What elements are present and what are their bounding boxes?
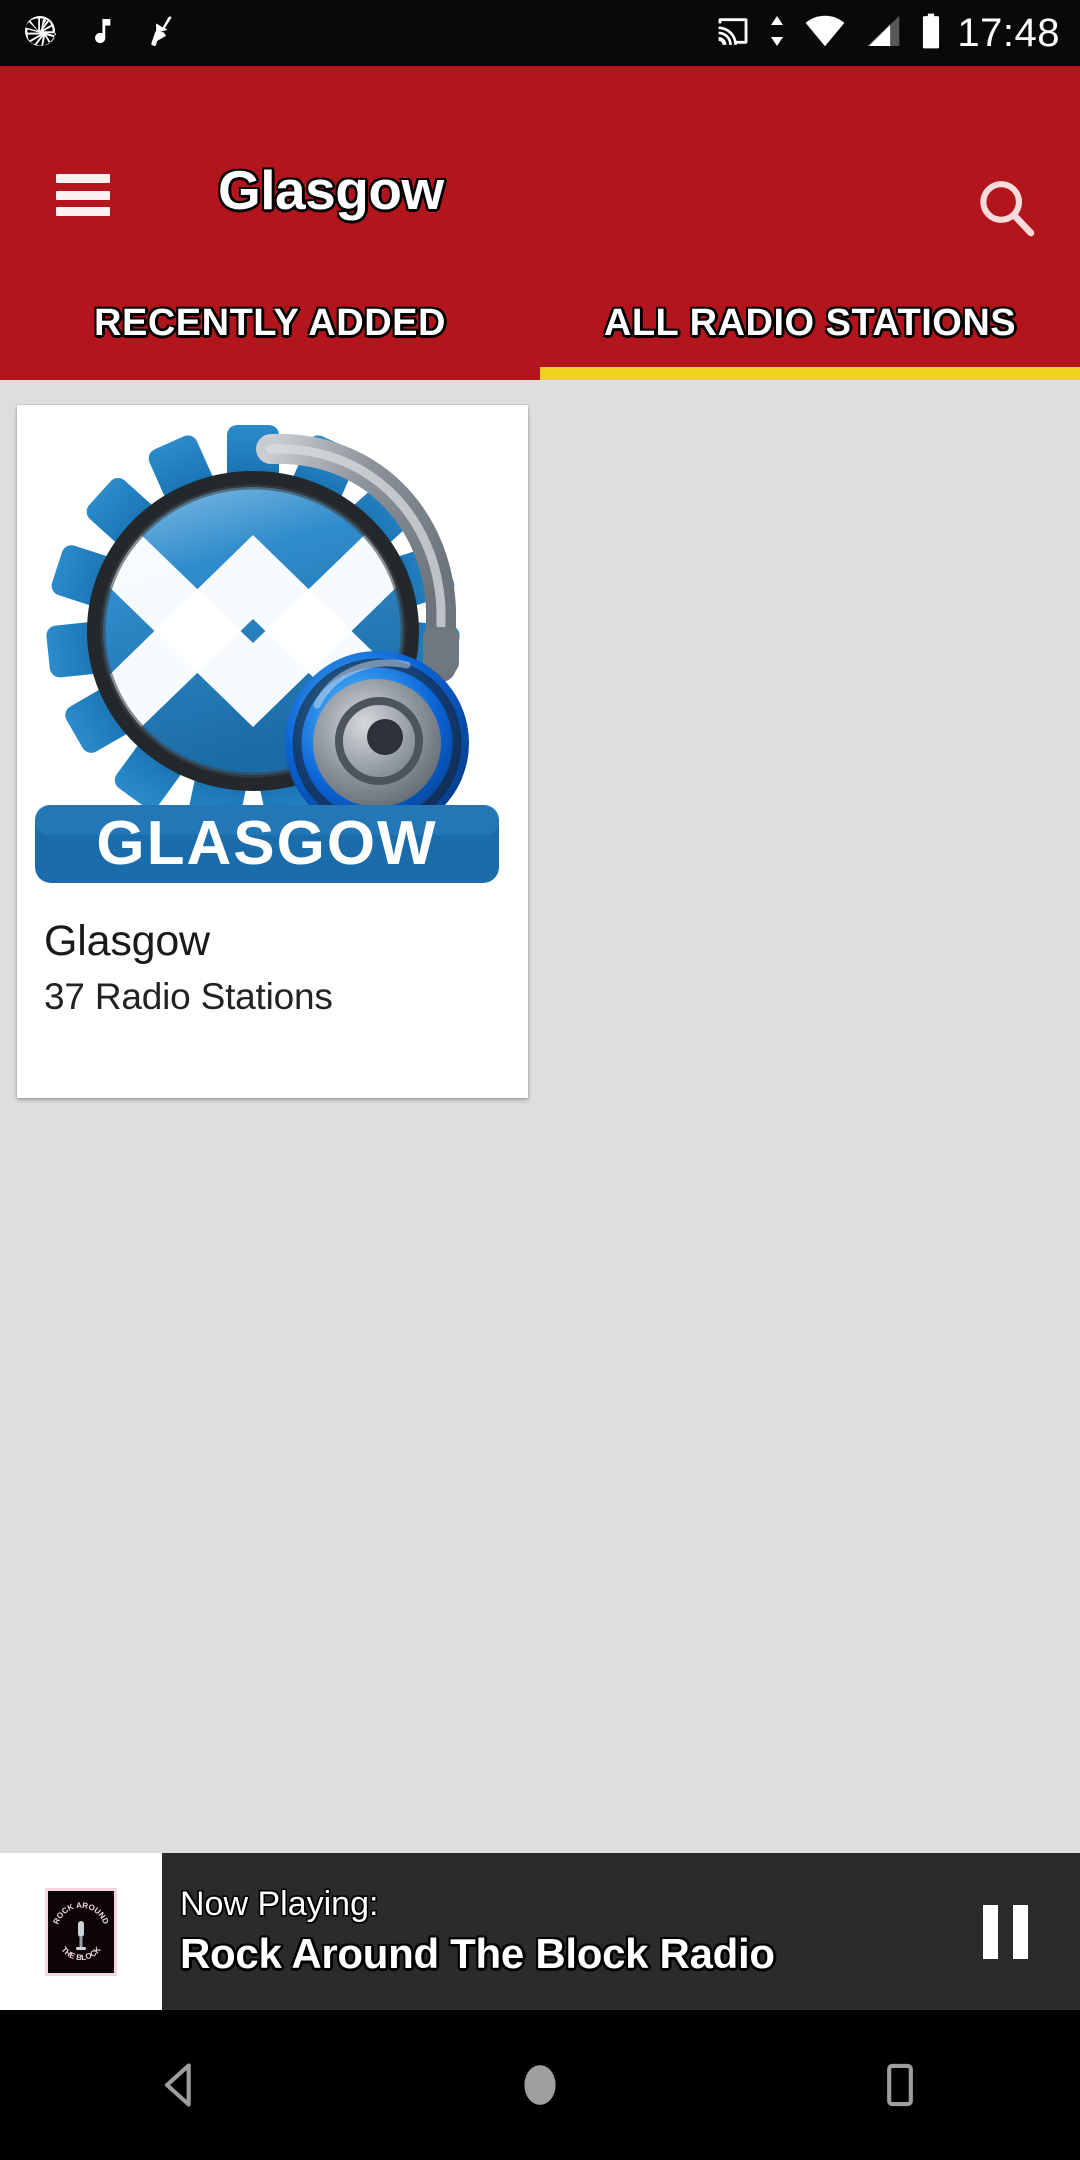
tab-label: ALL RADIO STATIONS	[603, 301, 1017, 344]
tab-indicator	[0, 367, 540, 380]
hamburger-menu-icon[interactable]	[56, 174, 110, 216]
music-note-icon	[84, 13, 118, 54]
glasgow-logo-svg: GLASGOW	[35, 425, 499, 883]
hamburger-bar	[56, 174, 110, 183]
station-card-text: Glasgow 37 Radio Stations	[44, 917, 516, 1018]
status-bar-right-icons	[715, 12, 943, 55]
recents-square-icon[interactable]	[830, 2025, 970, 2145]
search-icon[interactable]	[972, 174, 1042, 244]
tab-all-radio-stations[interactable]: ALL RADIO STATIONS	[540, 266, 1080, 380]
status-bar-left-icons	[22, 12, 182, 55]
back-triangle-icon[interactable]	[110, 2025, 250, 2145]
page-title: Glasgow	[218, 159, 444, 221]
status-bar-clock: 17:48	[957, 10, 1060, 55]
broom-icon	[144, 12, 182, 55]
logo-banner: GLASGOW	[35, 805, 499, 883]
hamburger-bar	[56, 207, 110, 216]
battery-icon	[919, 12, 943, 55]
station-card-title: Glasgow	[44, 917, 210, 965]
station-card-subtitle: 37 Radio Stations	[44, 976, 333, 1018]
android-navigation-bar	[0, 2010, 1080, 2160]
tab-recently-added[interactable]: RECENTLY ADDED	[0, 266, 540, 380]
cast-icon	[715, 14, 751, 53]
now-playing-bar[interactable]: ROCK AROUND THE BLOCK Now Playing: Rock …	[0, 1853, 1080, 2010]
hamburger-bar	[56, 190, 110, 200]
now-playing-text: Now Playing: Rock Around The Block Radio	[162, 1853, 930, 2010]
station-grid: GLASGOW Glasgow 37 Radio Stations	[0, 380, 1080, 1853]
station-card-glasgow[interactable]: GLASGOW Glasgow 37 Radio Stations	[17, 405, 528, 1098]
now-playing-artwork-container: ROCK AROUND THE BLOCK	[0, 1853, 162, 2010]
camera-aperture-icon	[22, 13, 58, 54]
tab-bar: RECENTLY ADDED ALL RADIO STATIONS	[0, 266, 1080, 380]
cellular-signal-icon	[863, 14, 903, 53]
wifi-icon	[803, 14, 847, 53]
data-transfer-icon	[767, 13, 787, 54]
logo-banner-text: GLASGOW	[96, 809, 437, 878]
rock-around-the-block-thumbnail: ROCK AROUND THE BLOCK	[45, 1887, 117, 1976]
pause-icon[interactable]	[930, 1853, 1080, 2010]
glasgow-radio-logo: GLASGOW	[17, 405, 528, 907]
now-playing-title: Rock Around The Block Radio	[180, 1929, 775, 1977]
pause-bar	[982, 1904, 998, 1959]
now-playing-label: Now Playing:	[180, 1884, 379, 1923]
tab-label: RECENTLY ADDED	[94, 301, 446, 344]
app-bar: Glasgow	[0, 66, 1080, 266]
status-bar: 17:48	[0, 0, 1080, 66]
tab-indicator-active	[540, 367, 1080, 380]
home-circle-icon[interactable]	[470, 2025, 610, 2145]
pause-bar	[1012, 1904, 1028, 1959]
